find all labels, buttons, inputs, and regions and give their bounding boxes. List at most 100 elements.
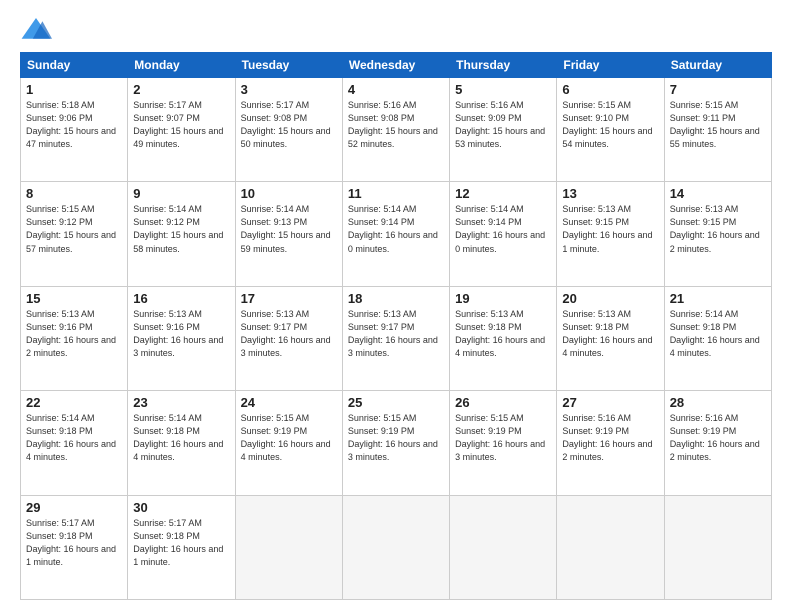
day-info: Sunrise: 5:14 AM Sunset: 9:18 PM Dayligh… <box>670 308 766 360</box>
day-info: Sunrise: 5:17 AM Sunset: 9:18 PM Dayligh… <box>26 517 122 569</box>
day-number: 3 <box>241 82 337 97</box>
header-tuesday: Tuesday <box>235 53 342 78</box>
day-number: 12 <box>455 186 551 201</box>
day-number: 30 <box>133 500 229 515</box>
day-number: 1 <box>26 82 122 97</box>
day-number: 20 <box>562 291 658 306</box>
empty-cell <box>557 495 664 599</box>
day-info: Sunrise: 5:16 AM Sunset: 9:19 PM Dayligh… <box>562 412 658 464</box>
day-number: 4 <box>348 82 444 97</box>
day-cell: 23 Sunrise: 5:14 AM Sunset: 9:18 PM Dayl… <box>128 391 235 495</box>
day-info: Sunrise: 5:14 AM Sunset: 9:14 PM Dayligh… <box>348 203 444 255</box>
empty-cell <box>342 495 449 599</box>
day-number: 10 <box>241 186 337 201</box>
day-info: Sunrise: 5:15 AM Sunset: 9:19 PM Dayligh… <box>455 412 551 464</box>
day-info: Sunrise: 5:13 AM Sunset: 9:15 PM Dayligh… <box>562 203 658 255</box>
day-cell: 16 Sunrise: 5:13 AM Sunset: 9:16 PM Dayl… <box>128 286 235 390</box>
day-cell: 27 Sunrise: 5:16 AM Sunset: 9:19 PM Dayl… <box>557 391 664 495</box>
day-number: 8 <box>26 186 122 201</box>
day-info: Sunrise: 5:14 AM Sunset: 9:12 PM Dayligh… <box>133 203 229 255</box>
day-info: Sunrise: 5:17 AM Sunset: 9:18 PM Dayligh… <box>133 517 229 569</box>
day-number: 28 <box>670 395 766 410</box>
calendar-week-3: 15 Sunrise: 5:13 AM Sunset: 9:16 PM Dayl… <box>21 286 772 390</box>
day-cell: 18 Sunrise: 5:13 AM Sunset: 9:17 PM Dayl… <box>342 286 449 390</box>
day-cell: 10 Sunrise: 5:14 AM Sunset: 9:13 PM Dayl… <box>235 182 342 286</box>
day-cell: 22 Sunrise: 5:14 AM Sunset: 9:18 PM Dayl… <box>21 391 128 495</box>
day-cell: 26 Sunrise: 5:15 AM Sunset: 9:19 PM Dayl… <box>450 391 557 495</box>
day-info: Sunrise: 5:17 AM Sunset: 9:07 PM Dayligh… <box>133 99 229 151</box>
day-cell: 5 Sunrise: 5:16 AM Sunset: 9:09 PM Dayli… <box>450 78 557 182</box>
day-cell: 15 Sunrise: 5:13 AM Sunset: 9:16 PM Dayl… <box>21 286 128 390</box>
header-friday: Friday <box>557 53 664 78</box>
day-info: Sunrise: 5:15 AM Sunset: 9:19 PM Dayligh… <box>241 412 337 464</box>
calendar-table: Sunday Monday Tuesday Wednesday Thursday… <box>20 52 772 600</box>
day-number: 17 <box>241 291 337 306</box>
day-info: Sunrise: 5:15 AM Sunset: 9:12 PM Dayligh… <box>26 203 122 255</box>
day-info: Sunrise: 5:17 AM Sunset: 9:08 PM Dayligh… <box>241 99 337 151</box>
day-number: 5 <box>455 82 551 97</box>
day-number: 6 <box>562 82 658 97</box>
day-number: 16 <box>133 291 229 306</box>
day-cell: 3 Sunrise: 5:17 AM Sunset: 9:08 PM Dayli… <box>235 78 342 182</box>
day-number: 21 <box>670 291 766 306</box>
day-info: Sunrise: 5:14 AM Sunset: 9:14 PM Dayligh… <box>455 203 551 255</box>
header <box>20 16 772 44</box>
day-info: Sunrise: 5:16 AM Sunset: 9:09 PM Dayligh… <box>455 99 551 151</box>
day-number: 18 <box>348 291 444 306</box>
calendar-week-4: 22 Sunrise: 5:14 AM Sunset: 9:18 PM Dayl… <box>21 391 772 495</box>
day-info: Sunrise: 5:16 AM Sunset: 9:08 PM Dayligh… <box>348 99 444 151</box>
day-cell: 9 Sunrise: 5:14 AM Sunset: 9:12 PM Dayli… <box>128 182 235 286</box>
day-cell: 6 Sunrise: 5:15 AM Sunset: 9:10 PM Dayli… <box>557 78 664 182</box>
empty-cell <box>235 495 342 599</box>
day-cell: 4 Sunrise: 5:16 AM Sunset: 9:08 PM Dayli… <box>342 78 449 182</box>
header-wednesday: Wednesday <box>342 53 449 78</box>
day-number: 13 <box>562 186 658 201</box>
day-info: Sunrise: 5:13 AM Sunset: 9:17 PM Dayligh… <box>348 308 444 360</box>
day-cell: 8 Sunrise: 5:15 AM Sunset: 9:12 PM Dayli… <box>21 182 128 286</box>
calendar-week-1: 1 Sunrise: 5:18 AM Sunset: 9:06 PM Dayli… <box>21 78 772 182</box>
day-info: Sunrise: 5:14 AM Sunset: 9:18 PM Dayligh… <box>133 412 229 464</box>
page: Sunday Monday Tuesday Wednesday Thursday… <box>0 0 792 612</box>
day-number: 7 <box>670 82 766 97</box>
header-monday: Monday <box>128 53 235 78</box>
day-number: 11 <box>348 186 444 201</box>
day-info: Sunrise: 5:15 AM Sunset: 9:11 PM Dayligh… <box>670 99 766 151</box>
header-sunday: Sunday <box>21 53 128 78</box>
empty-cell <box>450 495 557 599</box>
day-number: 27 <box>562 395 658 410</box>
day-info: Sunrise: 5:13 AM Sunset: 9:18 PM Dayligh… <box>562 308 658 360</box>
day-cell: 17 Sunrise: 5:13 AM Sunset: 9:17 PM Dayl… <box>235 286 342 390</box>
calendar-week-2: 8 Sunrise: 5:15 AM Sunset: 9:12 PM Dayli… <box>21 182 772 286</box>
day-number: 22 <box>26 395 122 410</box>
day-cell: 21 Sunrise: 5:14 AM Sunset: 9:18 PM Dayl… <box>664 286 771 390</box>
day-info: Sunrise: 5:13 AM Sunset: 9:17 PM Dayligh… <box>241 308 337 360</box>
day-cell: 13 Sunrise: 5:13 AM Sunset: 9:15 PM Dayl… <box>557 182 664 286</box>
day-info: Sunrise: 5:13 AM Sunset: 9:15 PM Dayligh… <box>670 203 766 255</box>
day-number: 25 <box>348 395 444 410</box>
day-cell: 25 Sunrise: 5:15 AM Sunset: 9:19 PM Dayl… <box>342 391 449 495</box>
day-cell: 20 Sunrise: 5:13 AM Sunset: 9:18 PM Dayl… <box>557 286 664 390</box>
day-info: Sunrise: 5:14 AM Sunset: 9:18 PM Dayligh… <box>26 412 122 464</box>
day-number: 9 <box>133 186 229 201</box>
day-info: Sunrise: 5:13 AM Sunset: 9:18 PM Dayligh… <box>455 308 551 360</box>
day-cell: 24 Sunrise: 5:15 AM Sunset: 9:19 PM Dayl… <box>235 391 342 495</box>
day-cell: 11 Sunrise: 5:14 AM Sunset: 9:14 PM Dayl… <box>342 182 449 286</box>
day-cell: 7 Sunrise: 5:15 AM Sunset: 9:11 PM Dayli… <box>664 78 771 182</box>
day-number: 2 <box>133 82 229 97</box>
weekday-header-row: Sunday Monday Tuesday Wednesday Thursday… <box>21 53 772 78</box>
day-cell: 29 Sunrise: 5:17 AM Sunset: 9:18 PM Dayl… <box>21 495 128 599</box>
day-number: 23 <box>133 395 229 410</box>
logo <box>20 16 56 44</box>
day-number: 26 <box>455 395 551 410</box>
day-number: 15 <box>26 291 122 306</box>
logo-icon <box>20 16 52 44</box>
header-thursday: Thursday <box>450 53 557 78</box>
day-cell: 19 Sunrise: 5:13 AM Sunset: 9:18 PM Dayl… <box>450 286 557 390</box>
day-cell: 2 Sunrise: 5:17 AM Sunset: 9:07 PM Dayli… <box>128 78 235 182</box>
day-cell: 12 Sunrise: 5:14 AM Sunset: 9:14 PM Dayl… <box>450 182 557 286</box>
day-number: 24 <box>241 395 337 410</box>
calendar-week-5: 29 Sunrise: 5:17 AM Sunset: 9:18 PM Dayl… <box>21 495 772 599</box>
day-info: Sunrise: 5:13 AM Sunset: 9:16 PM Dayligh… <box>133 308 229 360</box>
empty-cell <box>664 495 771 599</box>
day-info: Sunrise: 5:13 AM Sunset: 9:16 PM Dayligh… <box>26 308 122 360</box>
